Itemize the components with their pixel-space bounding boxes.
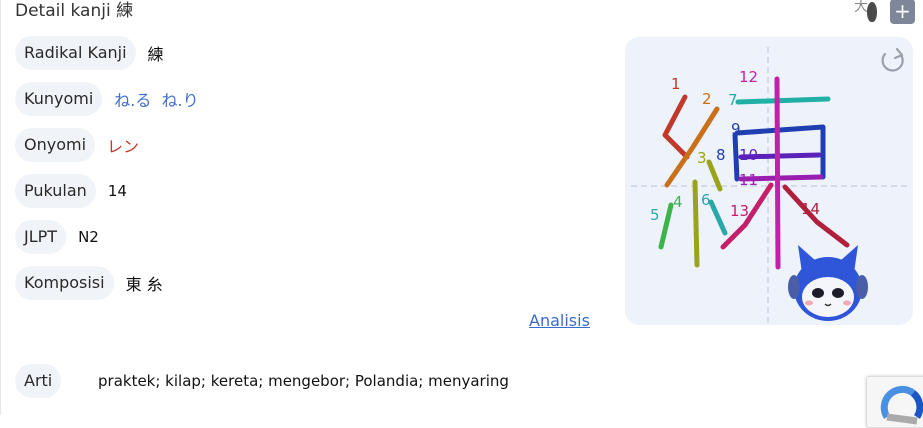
stroke-4 bbox=[692, 179, 700, 268]
font-size-icon[interactable]: 大 bbox=[854, 0, 880, 24]
stroke-number: 2 bbox=[702, 90, 712, 108]
stroke-order-panel: 1 2 3 4 5 6 7 8 9 10 11 12 13 14 bbox=[625, 37, 913, 325]
stroke-number: 7 bbox=[728, 91, 738, 109]
stroke-12 bbox=[774, 76, 781, 270]
stroke-number: 14 bbox=[801, 200, 820, 218]
stroke-number: 8 bbox=[716, 146, 726, 164]
size-icon-shape bbox=[867, 2, 877, 22]
stroke-number: 12 bbox=[739, 68, 758, 86]
meaning-label: Arti bbox=[15, 364, 62, 398]
stroke-number: 5 bbox=[650, 206, 660, 224]
stroke-number: 3 bbox=[697, 149, 707, 167]
detail-value: 14 bbox=[107, 182, 127, 200]
header-actions: 大 + bbox=[854, 0, 915, 24]
recaptcha-badge[interactable] bbox=[866, 376, 923, 428]
add-button[interactable]: + bbox=[890, 0, 915, 24]
detail-label: Komposisi bbox=[15, 266, 114, 300]
stroke-number: 11 bbox=[739, 171, 758, 189]
detail-row-jlpt: JLPT N2 bbox=[15, 220, 99, 254]
kunyomi-value[interactable]: ね.る ね.り bbox=[114, 87, 198, 111]
replay-icon[interactable] bbox=[881, 47, 904, 72]
mascot-robot-icon[interactable] bbox=[788, 245, 868, 321]
page-title: Detail kanji 練 bbox=[15, 1, 134, 21]
recaptcha-icon bbox=[880, 386, 923, 425]
detail-label: JLPT bbox=[15, 220, 67, 254]
stroke-order-diagram: 1 2 3 4 5 6 7 8 9 10 11 12 13 14 bbox=[631, 47, 907, 325]
detail-label: Radikal Kanji bbox=[15, 36, 136, 70]
stroke-number: 6 bbox=[701, 191, 711, 209]
detail-row-radical: Radikal Kanji 練 bbox=[15, 36, 164, 70]
stroke-number: 13 bbox=[730, 202, 749, 220]
analysis-link[interactable]: Analisis bbox=[529, 311, 590, 330]
detail-row-composition: Komposisi 東 糸 bbox=[15, 266, 163, 300]
detail-row-kunyomi: Kunyomi ね.る ね.り bbox=[15, 82, 199, 116]
stroke-6 bbox=[708, 199, 728, 236]
detail-label: Pukulan bbox=[15, 174, 96, 208]
detail-value: 練 bbox=[147, 45, 164, 64]
meaning-row: Arti bbox=[15, 364, 62, 398]
stroke-3 bbox=[706, 159, 723, 192]
stroke-number: 4 bbox=[673, 193, 683, 211]
stroke-number: 1 bbox=[671, 75, 681, 93]
panel-left-border bbox=[0, 0, 1, 415]
composition-value[interactable]: 東 糸 bbox=[126, 271, 163, 295]
stroke-7 bbox=[735, 96, 831, 105]
detail-row-onyomi: Onyomi レン bbox=[15, 128, 139, 162]
stroke-number: 10 bbox=[739, 146, 758, 164]
stroke-5 bbox=[658, 202, 674, 250]
size-icon-char: 大 bbox=[854, 0, 868, 15]
meaning-value: praktek; kilap; kereta; mengebor; Poland… bbox=[98, 372, 509, 390]
stroke-number: 9 bbox=[731, 120, 741, 138]
detail-row-strokes: Pukulan 14 bbox=[15, 174, 127, 208]
onyomi-value[interactable]: レン bbox=[107, 133, 139, 157]
stroke-8 bbox=[732, 132, 740, 182]
detail-label: Onyomi bbox=[15, 128, 96, 162]
stroke-1 bbox=[662, 94, 690, 160]
detail-value: N2 bbox=[78, 228, 99, 246]
detail-label: Kunyomi bbox=[15, 82, 103, 116]
